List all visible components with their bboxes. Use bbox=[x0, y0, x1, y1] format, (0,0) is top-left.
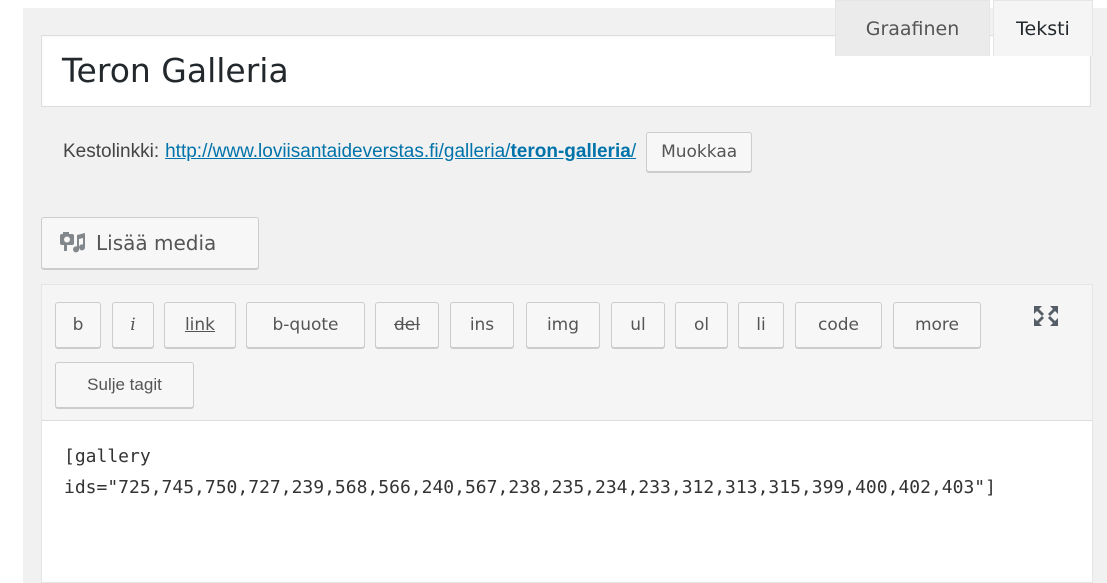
qt-blockquote-button[interactable]: b-quote bbox=[246, 302, 365, 348]
qt-code-button[interactable]: code bbox=[795, 302, 882, 348]
tab-text[interactable]: Teksti bbox=[993, 0, 1093, 56]
permalink-trailing: / bbox=[630, 141, 637, 162]
add-media-label: Lisää media bbox=[96, 231, 217, 255]
qt-img-button[interactable]: img bbox=[526, 302, 600, 348]
tab-visual[interactable]: Graafinen bbox=[835, 0, 990, 56]
qt-bold-button[interactable]: b bbox=[55, 302, 101, 348]
qt-ol-button[interactable]: ol bbox=[675, 302, 728, 348]
permalink-link[interactable]: http://www.loviisantaideverstas.fi/galle… bbox=[165, 141, 636, 163]
quicktags-toolbar: b i link b-quote del ins img ul ol li co… bbox=[42, 285, 1092, 421]
qt-ins-button[interactable]: ins bbox=[450, 302, 514, 348]
permalink-label: Kestolinkki: bbox=[63, 141, 160, 162]
permalink-base-url: http://www.loviisantaideverstas.fi/galle… bbox=[165, 141, 511, 162]
qt-more-button[interactable]: more bbox=[893, 302, 981, 348]
qt-ul-button[interactable]: ul bbox=[611, 302, 665, 348]
add-media-button[interactable]: Lisää media bbox=[41, 217, 259, 269]
permalink-slug: teron-galleria bbox=[510, 141, 631, 162]
qt-italic-button[interactable]: i bbox=[112, 302, 154, 348]
qt-link-button[interactable]: link bbox=[164, 302, 236, 348]
fullscreen-icon[interactable] bbox=[1032, 304, 1060, 328]
edit-permalink-button[interactable]: Muokkaa bbox=[646, 132, 753, 172]
content-textarea[interactable]: [gallery ids="725,745,750,727,239,568,56… bbox=[64, 441, 1084, 503]
editor-container: b i link b-quote del ins img ul ol li co… bbox=[41, 284, 1093, 583]
qt-close-tags-button[interactable]: Sulje tagit bbox=[55, 362, 194, 408]
qt-li-button[interactable]: li bbox=[738, 302, 784, 348]
qt-del-button[interactable]: del bbox=[375, 302, 439, 348]
permalink-row: Kestolinkki: http://www.loviisantaidever… bbox=[63, 130, 753, 174]
media-icon bbox=[58, 230, 88, 256]
